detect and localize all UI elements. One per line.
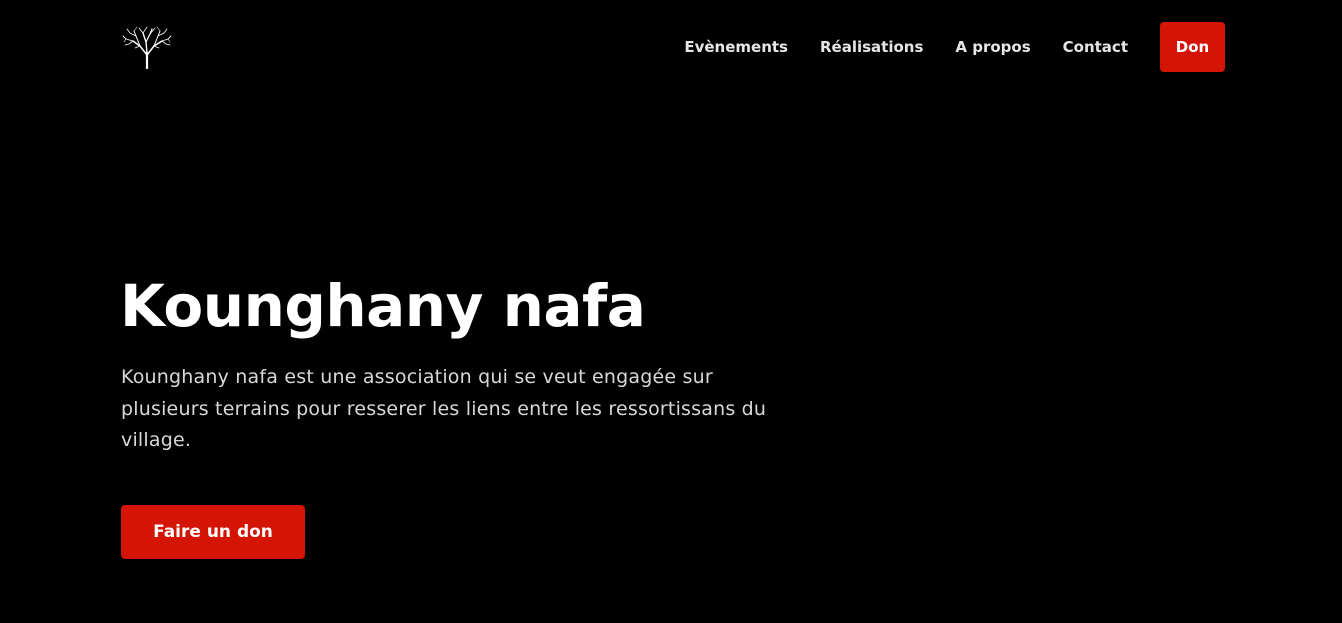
logo-link[interactable] — [121, 25, 173, 70]
faire-un-don-button[interactable]: Faire un don — [121, 505, 305, 559]
site-header: Evènements Réalisations A propos Contact… — [121, 22, 1225, 72]
main-nav: Evènements Réalisations A propos Contact… — [684, 22, 1225, 72]
hero-description: Kounghany nafa est une association qui s… — [121, 366, 767, 451]
don-button[interactable]: Don — [1160, 22, 1225, 72]
nav-link-realisations[interactable]: Réalisations — [820, 38, 923, 56]
hero-title: Kounghany nafa — [120, 272, 646, 340]
nav-link-contact[interactable]: Contact — [1063, 38, 1128, 56]
nav-link-evenements[interactable]: Evènements — [684, 38, 788, 56]
tree-icon — [122, 26, 172, 70]
nav-link-a-propos[interactable]: A propos — [955, 38, 1030, 56]
page: Evènements Réalisations A propos Contact… — [0, 0, 1342, 623]
